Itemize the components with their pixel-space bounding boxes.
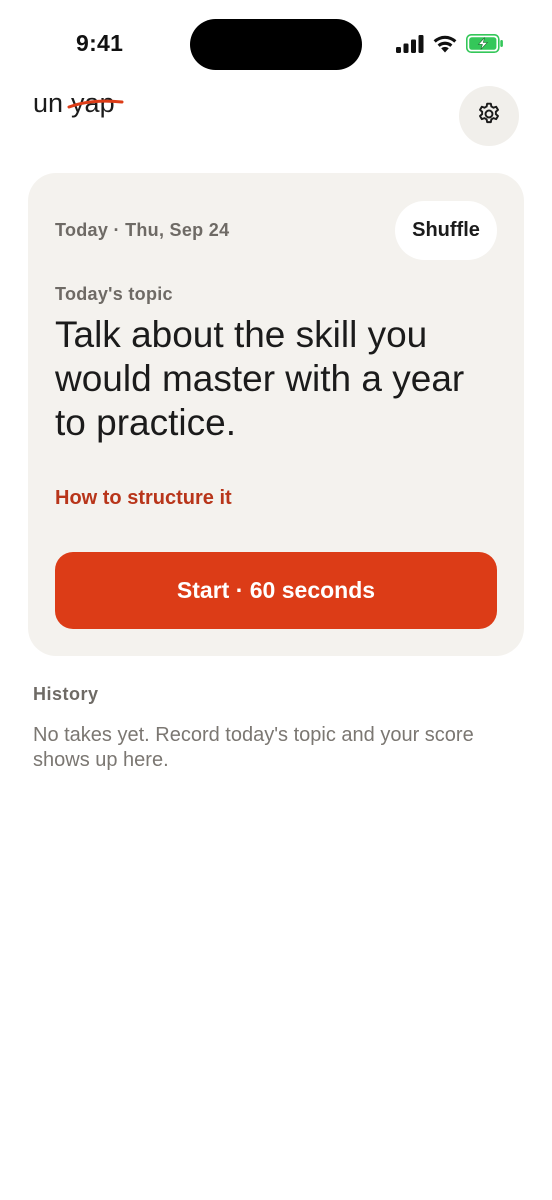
history-title: History bbox=[33, 684, 99, 704]
history-empty-message: No takes yet. Record today's topic and y… bbox=[33, 724, 474, 771]
app-logo: un yap bbox=[33, 88, 124, 122]
status-time: 9:41 bbox=[76, 30, 124, 56]
status-bar: 9:41 bbox=[0, 0, 552, 90]
how-to-structure-link[interactable]: How to structure it bbox=[55, 487, 232, 510]
date-label: Today · Thu, Sep 24 bbox=[55, 220, 230, 240]
logo-word-un: un bbox=[33, 88, 64, 118]
topic-label: Today's topic bbox=[55, 284, 173, 304]
gear-icon bbox=[476, 101, 502, 132]
wifi-icon bbox=[432, 34, 458, 53]
status-icons bbox=[396, 34, 504, 53]
battery-charging-icon bbox=[466, 34, 504, 53]
dynamic-island bbox=[190, 19, 362, 70]
logo-strike-mark bbox=[67, 99, 124, 109]
shuffle-button[interactable]: Shuffle bbox=[395, 201, 497, 260]
topic-card: Today · Thu, Sep 24 Shuffle Today's topi… bbox=[28, 173, 524, 656]
start-button[interactable]: Start · 60 seconds bbox=[55, 552, 497, 629]
logo-word-yap: yap bbox=[67, 88, 124, 119]
start-button-label: Start · 60 seconds bbox=[176, 577, 376, 603]
cellular-signal-icon bbox=[396, 34, 424, 53]
topic-text: Talk about the skill you would master wi… bbox=[55, 314, 465, 443]
settings-button[interactable] bbox=[459, 86, 519, 146]
